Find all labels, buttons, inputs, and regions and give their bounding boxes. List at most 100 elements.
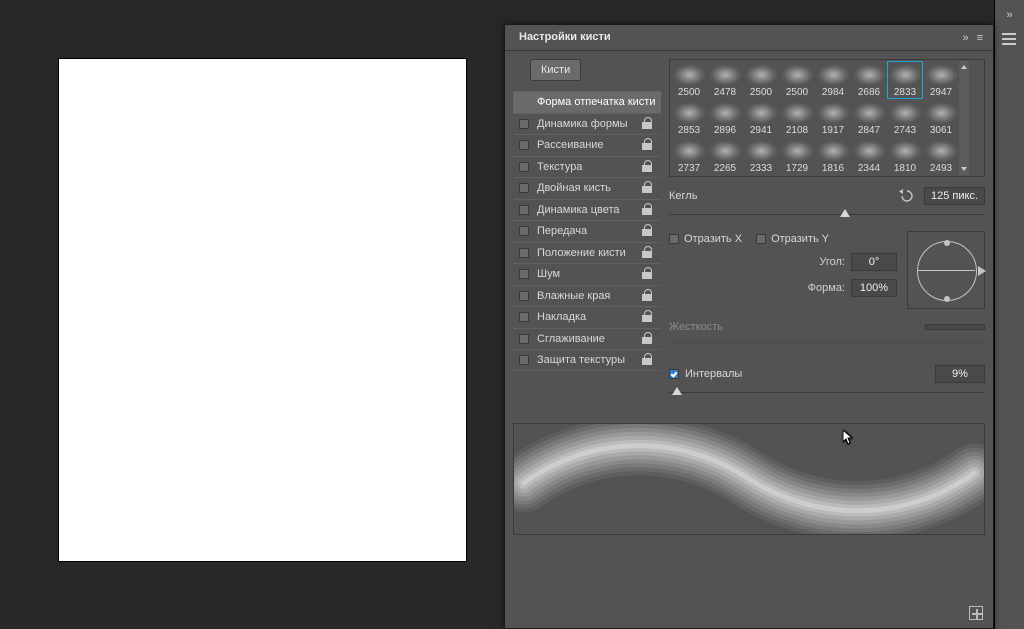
flip-x-label: Отразить X xyxy=(684,233,742,245)
option-checkbox[interactable] xyxy=(519,205,529,215)
flip-y-label: Отразить Y xyxy=(771,233,829,245)
brush-preset[interactable]: 2500 xyxy=(671,61,707,99)
brush-preset[interactable]: 2500 xyxy=(743,61,779,99)
option-checkbox[interactable] xyxy=(519,183,529,193)
option-row[interactable]: Защита текстуры xyxy=(513,349,661,371)
brush-preset[interactable]: 2686 xyxy=(851,61,887,99)
size-value[interactable]: 125 пикс. xyxy=(924,187,985,205)
preset-size-label: 2500 xyxy=(678,87,700,98)
dock-expand-icon[interactable]: » xyxy=(999,6,1020,24)
brush-preset[interactable]: 2265 xyxy=(707,137,743,175)
lock-icon[interactable] xyxy=(641,353,655,367)
lock-icon[interactable] xyxy=(641,289,655,303)
preset-size-label: 2984 xyxy=(822,87,844,98)
brush-preset[interactable]: 2743 xyxy=(887,99,923,137)
brush-preset[interactable]: 2737 xyxy=(671,137,707,175)
dock-panel-icon[interactable] xyxy=(999,30,1020,48)
option-checkbox[interactable] xyxy=(519,334,529,344)
option-checkbox[interactable] xyxy=(519,312,529,322)
panel-menu-icon[interactable]: ≡ xyxy=(973,32,987,44)
option-row[interactable]: Рассеивание xyxy=(513,134,661,156)
option-row[interactable]: Передача xyxy=(513,220,661,242)
presets-scrollbar[interactable] xyxy=(959,61,969,175)
brush-preset[interactable]: 3061 xyxy=(923,99,959,137)
collapse-icon[interactable]: » xyxy=(958,32,972,44)
brush-preset[interactable]: 2833 xyxy=(887,61,923,99)
option-label: Накладка xyxy=(537,311,641,323)
brush-presets-grid[interactable]: 2500247825002500298426862833294728532896… xyxy=(669,59,985,177)
lock-icon[interactable] xyxy=(641,332,655,346)
option-row[interactable]: Текстура xyxy=(513,156,661,178)
brush-preset[interactable]: 1816 xyxy=(815,137,851,175)
option-row[interactable]: Двойная кисть xyxy=(513,177,661,199)
brush-preset[interactable]: 2984 xyxy=(815,61,851,99)
preset-size-label: 1810 xyxy=(894,163,916,174)
option-checkbox[interactable] xyxy=(519,140,529,150)
option-checkbox[interactable] xyxy=(519,269,529,279)
option-label: Влажные края xyxy=(537,290,641,302)
hardness-slider xyxy=(669,337,985,349)
brush-preset[interactable]: 2333 xyxy=(743,137,779,175)
brush-options-column: Кисти Форма отпечатка кисти Динамика форм… xyxy=(513,59,661,399)
angle-value[interactable]: 0° xyxy=(851,253,897,271)
brush-preset[interactable]: 1917 xyxy=(815,99,851,137)
panel-title[interactable]: Настройки кисти xyxy=(511,28,619,47)
roundness-value[interactable]: 100% xyxy=(851,279,897,297)
preset-size-label: 1729 xyxy=(786,163,808,174)
lock-icon[interactable] xyxy=(641,160,655,174)
option-row[interactable]: Накладка xyxy=(513,306,661,328)
option-checkbox[interactable] xyxy=(519,119,529,129)
lock-icon[interactable] xyxy=(641,203,655,217)
spacing-slider[interactable] xyxy=(669,387,985,399)
preset-size-label: 2743 xyxy=(894,125,916,136)
brush-preset[interactable]: 2847 xyxy=(851,99,887,137)
option-checkbox[interactable] xyxy=(519,162,529,172)
lock-icon[interactable] xyxy=(641,224,655,238)
option-checkbox[interactable] xyxy=(519,248,529,258)
option-checkbox[interactable] xyxy=(519,226,529,236)
flip-y-checkbox[interactable]: Отразить Y xyxy=(756,233,829,245)
brush-preset[interactable]: 2947 xyxy=(923,61,959,99)
brush-preset[interactable]: 1810 xyxy=(887,137,923,175)
hardness-label: Жесткость xyxy=(669,321,925,333)
preset-size-label: 2896 xyxy=(714,125,736,136)
option-label: Динамика формы xyxy=(537,118,641,130)
option-row[interactable]: Динамика цвета xyxy=(513,199,661,221)
brush-preset[interactable]: 2478 xyxy=(707,61,743,99)
spacing-checkbox[interactable] xyxy=(669,369,679,379)
brush-preset[interactable]: 2108 xyxy=(779,99,815,137)
option-label: Шум xyxy=(537,268,641,280)
option-row[interactable]: Влажные края xyxy=(513,285,661,307)
option-row[interactable]: Форма отпечатка кисти xyxy=(513,91,661,113)
document-canvas[interactable] xyxy=(59,59,466,561)
brush-preset[interactable]: 2896 xyxy=(707,99,743,137)
lock-icon[interactable] xyxy=(641,138,655,152)
option-checkbox[interactable] xyxy=(519,291,529,301)
brush-preset[interactable]: 1729 xyxy=(779,137,815,175)
brushes-button[interactable]: Кисти xyxy=(530,59,581,81)
lock-icon[interactable] xyxy=(641,246,655,260)
lock-icon[interactable] xyxy=(641,181,655,195)
option-row[interactable]: Шум xyxy=(513,263,661,285)
reset-size-icon[interactable] xyxy=(896,187,918,205)
preset-size-label: 2333 xyxy=(750,163,772,174)
lock-icon[interactable] xyxy=(641,310,655,324)
angle-widget[interactable] xyxy=(907,231,985,309)
flip-x-checkbox[interactable]: Отразить X xyxy=(669,233,742,245)
angle-label: Угол: xyxy=(819,256,845,268)
brush-preset[interactable]: 2941 xyxy=(743,99,779,137)
option-row[interactable]: Динамика формы xyxy=(513,113,661,135)
option-checkbox[interactable] xyxy=(519,355,529,365)
preset-size-label: 2847 xyxy=(858,125,880,136)
brush-preset[interactable]: 2853 xyxy=(671,99,707,137)
brush-preset[interactable]: 2493 xyxy=(923,137,959,175)
brush-preset[interactable]: 2500 xyxy=(779,61,815,99)
option-row[interactable]: Положение кисти xyxy=(513,242,661,264)
new-brush-icon[interactable] xyxy=(969,606,983,620)
spacing-value[interactable]: 9% xyxy=(935,365,985,383)
brush-preset[interactable]: 2344 xyxy=(851,137,887,175)
lock-icon[interactable] xyxy=(641,267,655,281)
lock-icon[interactable] xyxy=(641,117,655,131)
option-row[interactable]: Сглаживание xyxy=(513,328,661,350)
size-slider[interactable] xyxy=(669,209,985,221)
